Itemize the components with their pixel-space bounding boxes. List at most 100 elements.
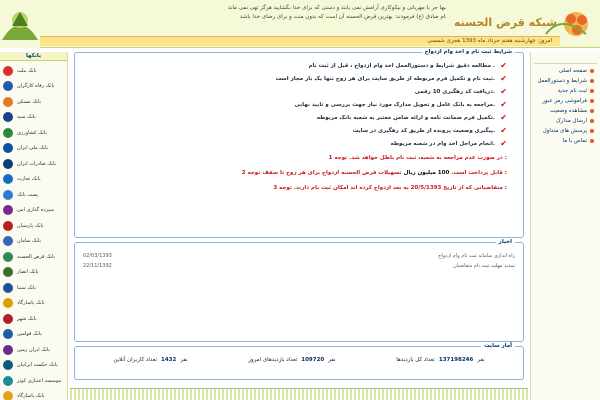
bullet-icon: [590, 99, 594, 103]
bank-link[interactable]: بانک تجارت: [0, 172, 67, 188]
site-title: شبکه قرض الحسنه: [454, 16, 557, 29]
bank-label: پست بانک: [17, 191, 39, 198]
bank-link[interactable]: پست بانک: [0, 187, 67, 203]
menu-item[interactable]: تماس با ما: [531, 136, 600, 146]
stats-panel: آمار سایت نفر1432تعداد کاربران آنلاین نفر…: [74, 343, 524, 380]
bank-logo-icon: [3, 65, 13, 76]
news-list: 02/03/1393 راه اندازی سامانه ثبت نام وام …: [75, 251, 523, 271]
condition-text: مطالعه دقیق شرایط و دستورالعمل اخذ وام ا…: [308, 62, 495, 69]
menu-item-label: صفحه اصلی: [558, 68, 587, 74]
menu-item[interactable]: شرایط و دستورالعمل: [531, 76, 600, 86]
bank-logo-icon: [3, 236, 13, 247]
menu-item-label: پرسش های متداول: [542, 128, 587, 134]
menu-list: صفحه اصلی شرایط و دستورالعمل ثبت نام جدید ف…: [531, 66, 600, 146]
bank-logo-icon: [3, 391, 13, 400]
bank-link[interactable]: بانک شهر: [0, 311, 67, 327]
date-bar: امروز: چهارشنبه هفتم خرداد ماه 1393 هجری…: [40, 36, 560, 46]
condition-text: دریافت کد رهگیری 10 رقمی.: [414, 88, 495, 95]
bank-label: بانک پاسارگاد: [17, 393, 45, 400]
bank-logo-icon: [3, 329, 13, 340]
bank-link[interactable]: سپرده گذاری امن: [0, 203, 67, 219]
news-panel: اخبار 02/03/1393 راه اندازی سامانه ثبت نا…: [74, 239, 524, 342]
condition-item: تکمیل فرم ضمانت نامه و ارائه ضامن معتبر …: [75, 111, 523, 124]
bank-logo-icon: [3, 360, 13, 371]
menu-item[interactable]: فراموشی رمز عبور: [531, 96, 600, 106]
bank-link[interactable]: بانک ایران زمین: [0, 342, 67, 358]
bank-link[interactable]: بانک پاسارگاد: [0, 296, 67, 312]
condition-text: مراجعه به بانک عامل و تحویل مدارک مورد ن…: [294, 101, 495, 108]
bank-link[interactable]: بانک سینا: [0, 280, 67, 296]
bank-link[interactable]: بانک سپه: [0, 110, 67, 126]
menu-item[interactable]: مشاهده وضعیت: [531, 106, 600, 116]
stat-label: تعداد کل بازدیدها: [396, 357, 435, 363]
main-content: شرایط ثبت نام و اخذ وام ازدواج مطالعه دق…: [70, 48, 528, 400]
slogan-line-1: قلبها جز با مهربانی و نیکوکاری آرامش نمی…: [227, 5, 450, 11]
news-title: راه اندازی سامانه ثبت نام وام ازدواج: [438, 253, 515, 259]
menu-item-label: فراموشی رمز عبور: [542, 98, 587, 104]
menu-item[interactable]: ثبت نام جدید: [531, 86, 600, 96]
stat-unit: نفر: [328, 357, 336, 363]
stat-item: نفر1432 تعداد کاربران آنلاین: [113, 357, 187, 363]
stat-item: نفر137198246تعداد کل بازدیدها: [396, 357, 484, 363]
site-emblem: [0, 0, 40, 48]
menu-item-label: تماس با ما: [562, 138, 587, 144]
bank-link[interactable]: بانک رفاه کارگران: [0, 79, 67, 95]
news-panel-title: اخبار: [495, 239, 515, 245]
bank-link[interactable]: بانک انصار: [0, 265, 67, 281]
condition-text: پیگیری وضعیت پرونده از طریق کد رهگیری در…: [352, 127, 495, 134]
bank-link[interactable]: بانک ملت: [0, 63, 67, 79]
bullet-icon: [590, 129, 594, 133]
bank-label: بانک سینا: [17, 284, 37, 291]
bank-label: بانک قرض الحسنه: [17, 253, 55, 260]
bank-label: بانک رفاه کارگران: [17, 83, 55, 90]
condition-item: مطالعه دقیق شرایط و دستورالعمل اخذ وام ا…: [75, 59, 523, 72]
bank-link[interactable]: بانک قوامین: [0, 327, 67, 343]
bank-logo-icon: [3, 112, 13, 123]
footer-decoration: [70, 388, 528, 400]
bank-label: بانک ایران زمین: [17, 346, 50, 353]
bank-label: بانک ملی ایران: [17, 145, 49, 152]
news-item[interactable]: 22/11/1392 تمدید مهلت ثبت نام متقاضیان: [75, 261, 523, 271]
bank-link[interactable]: بانک صادرات ایران: [0, 156, 67, 172]
bank-logo-icon: [3, 158, 13, 169]
condition-text: تکمیل فرم ضمانت نامه و ارائه ضامن معتبر …: [316, 114, 495, 121]
today-date: امروز: چهارشنبه هفتم خرداد ماه 1393 هجری…: [427, 38, 552, 44]
bank-link[interactable]: بانک حکمت ایرانیان: [0, 358, 67, 374]
bank-logo-icon: [3, 143, 13, 154]
bank-link[interactable]: موسسه اعتباری کوثر: [0, 373, 67, 389]
condition-item: ثبت نام و تکمیل فرم مربوطه از طریق سایت …: [75, 72, 523, 85]
bullet-icon: [590, 79, 594, 83]
bank-label: بانک مسکن: [17, 98, 42, 105]
bank-label: بانک پاسارگاد: [17, 300, 45, 307]
bank-link[interactable]: بانک پارسیان: [0, 218, 67, 234]
news-date: 02/03/1393: [83, 253, 112, 259]
news-item[interactable]: 02/03/1393 راه اندازی سامانه ثبت نام وام …: [75, 251, 523, 261]
bank-link[interactable]: بانک مسکن: [0, 94, 67, 110]
stat-item: نفر109720تعداد بازدیدهای امروز: [248, 357, 335, 363]
conditions-list: مطالعه دقیق شرایط و دستورالعمل اخذ وام ا…: [75, 59, 523, 150]
bank-label: بانک ملت: [17, 67, 37, 74]
menu-item[interactable]: صفحه اصلی: [531, 66, 600, 76]
stats-list: نفر1432تعداد کاربران آنلاین نفر109720تعدا…: [75, 351, 523, 369]
note-1-text: در صورت عدم مراجعه به شعبه، ثبت نام باطل…: [349, 155, 503, 161]
left-sidebar-banks: بانکها بانک ملت بانک رفاه کارگران بانک مسک…: [0, 52, 68, 400]
stats-panel-title: آمار سایت: [481, 343, 515, 349]
bank-label: بانک سپه: [17, 114, 36, 121]
bank-link[interactable]: بانک پاسارگاد: [0, 389, 67, 400]
menu-item[interactable]: ارسال مدارک: [531, 116, 600, 126]
menu-item[interactable]: پرسش های متداول: [531, 126, 600, 136]
note-1: در صورت عدم مراجعه به شعبه، ثبت نام باطل…: [75, 154, 523, 163]
rules-panel-title: شرایط ثبت نام و اخذ وام ازدواج: [421, 49, 515, 55]
bank-link[interactable]: بانک کشاورزی: [0, 125, 67, 141]
note-2-text: تسهیلات قرض الحسنه ازدواج برای هر زوج تا…: [262, 170, 402, 176]
rules-panel: شرایط ثبت نام و اخذ وام ازدواج مطالعه دق…: [74, 49, 524, 238]
banks-box-title: بانکها: [0, 52, 67, 61]
menu-item-label: ارسال مدارک: [555, 118, 587, 124]
condition-item: دریافت کد رهگیری 10 رقمی. ✔: [75, 85, 523, 98]
stat-unit: نفر: [477, 357, 485, 363]
condition-item: پیگیری وضعیت پرونده از طریق کد رهگیری در…: [75, 124, 523, 137]
bank-link[interactable]: بانک سامان: [0, 234, 67, 250]
bank-link[interactable]: بانک ملی ایران: [0, 141, 67, 157]
bank-logo-icon: [3, 313, 13, 324]
bank-link[interactable]: بانک قرض الحسنه: [0, 249, 67, 265]
